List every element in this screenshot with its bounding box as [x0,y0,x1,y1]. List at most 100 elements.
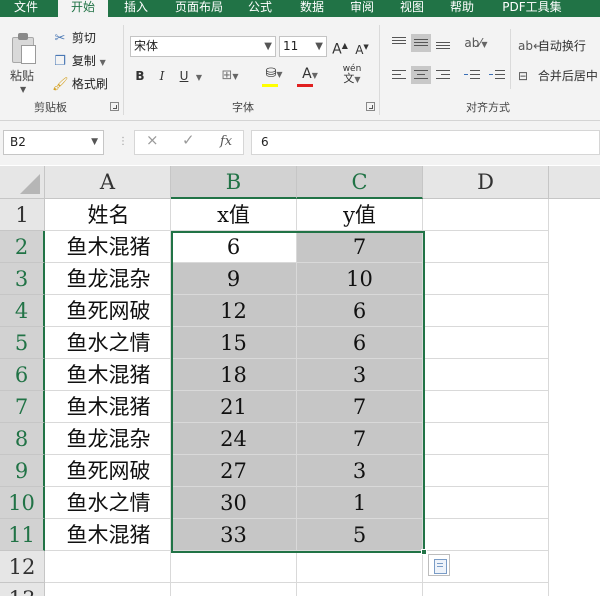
font-name-combo[interactable]: 宋体 ▼ [130,36,276,57]
align-top-button[interactable] [389,34,409,52]
fill-handle[interactable] [421,549,427,555]
quick-analysis-icon[interactable] [428,554,450,576]
cell-a5[interactable]: 鱼水之情 [45,327,171,359]
cell-c13[interactable] [297,583,423,596]
cell-a12[interactable] [45,551,171,583]
cell-b9[interactable]: 27 [171,455,297,487]
cell-d5[interactable] [423,327,549,359]
row-header-3[interactable]: 3 [0,263,45,295]
cell-b11[interactable]: 33 [171,519,297,551]
cell-c7[interactable]: 7 [297,391,423,423]
cell-d11[interactable] [423,519,549,551]
cell-b5[interactable]: 15 [171,327,297,359]
underline-dropdown[interactable]: ▼ [193,66,205,86]
borders-button[interactable]: ⊞▼ [218,66,242,86]
row-header-2[interactable]: 2 [0,231,45,263]
bold-button[interactable]: B [131,66,149,86]
tab-view[interactable]: 视图 [392,0,432,17]
increase-font-size-button[interactable]: A▲ [332,36,348,58]
cell-d1[interactable] [423,199,549,231]
row-header-13[interactable]: 13 [0,583,45,596]
font-size-combo[interactable]: 11 ▼ [279,36,327,57]
decrease-indent-button[interactable] [462,66,482,84]
cell-a7[interactable]: 鱼木混猪 [45,391,171,423]
tab-insert[interactable]: 插入 [116,0,156,17]
cell-d13[interactable] [423,583,549,596]
cell-c8[interactable]: 7 [297,423,423,455]
cell-b10[interactable]: 30 [171,487,297,519]
cell-a4[interactable]: 鱼死网破 [45,295,171,327]
cell-c4[interactable]: 6 [297,295,423,327]
tab-data[interactable]: 数据 [292,0,332,17]
row-header-1[interactable]: 1 [0,199,45,231]
formula-input[interactable]: 6 [251,130,600,155]
align-center-button[interactable] [411,66,431,84]
orientation-button[interactable]: ab⁄▼ [459,33,493,53]
name-box[interactable]: B2 ▼ [3,130,104,155]
cell-b13[interactable] [171,583,297,596]
row-header-9[interactable]: 9 [0,455,45,487]
chevron-down-icon[interactable]: ▼ [264,37,272,56]
align-bottom-button[interactable] [433,34,453,52]
cell-a6[interactable]: 鱼木混猪 [45,359,171,391]
select-all-corner[interactable] [0,166,45,199]
cell-a11[interactable]: 鱼木混猪 [45,519,171,551]
cell-c10[interactable]: 1 [297,487,423,519]
cell-b7[interactable]: 21 [171,391,297,423]
cell-c12[interactable] [297,551,423,583]
column-header-e[interactable] [549,166,600,199]
cell-c11[interactable]: 5 [297,519,423,551]
cell-a13[interactable] [45,583,171,596]
tab-page-layout[interactable]: 页面布局 [168,0,230,17]
italic-button[interactable]: I [153,66,171,86]
column-header-d[interactable]: D [423,166,549,199]
copy-button[interactable]: ❐ 复制 ▼ [52,52,106,70]
decrease-font-size-button[interactable]: A▼ [354,37,370,57]
dialog-launcher-icon[interactable] [366,102,375,111]
align-right-button[interactable] [433,66,453,84]
cell-d8[interactable] [423,423,549,455]
cell-d9[interactable] [423,455,549,487]
chevron-down-icon[interactable]: ▼ [315,37,323,56]
underline-button[interactable]: U [175,66,193,86]
column-header-a[interactable]: A [45,166,171,199]
format-painter-button[interactable]: 🖌 格式刷 [52,75,108,93]
cut-button[interactable]: ✂ 剪切 [52,29,96,47]
cell-b12[interactable] [171,551,297,583]
wrap-text-button[interactable]: ab↵ 自动换行 [518,36,586,56]
enter-icon[interactable]: ✓ [182,131,195,149]
align-left-button[interactable] [389,66,409,84]
cell-d7[interactable] [423,391,549,423]
cell-a3[interactable]: 鱼龙混杂 [45,263,171,295]
font-color-button[interactable]: A▼ [296,64,324,84]
tab-help[interactable]: 帮助 [442,0,482,17]
phonetic-guide-button[interactable]: wén 文▼ [337,64,367,84]
paste-button[interactable]: 粘贴 ▼ [8,31,40,94]
cell-b8[interactable]: 24 [171,423,297,455]
merge-center-button[interactable]: ⊟ 合并后居中 [518,66,598,86]
cell-d6[interactable] [423,359,549,391]
row-header-8[interactable]: 8 [0,423,45,455]
row-header-12[interactable]: 12 [0,551,45,583]
cell-b1[interactable]: x值 [171,199,297,231]
fill-color-button[interactable]: ⛁▼ [259,64,289,84]
insert-function-button[interactable]: fx [220,134,232,149]
column-header-b[interactable]: B [171,166,297,199]
cell-a2[interactable]: 鱼木混猪 [45,231,171,263]
tab-pdf-tools[interactable]: PDF工具集 [496,0,568,17]
cell-d3[interactable] [423,263,549,295]
cell-c1[interactable]: y值 [297,199,423,231]
row-header-10[interactable]: 10 [0,487,45,519]
cell-a10[interactable]: 鱼水之情 [45,487,171,519]
cell-c5[interactable]: 6 [297,327,423,359]
tab-file[interactable]: 文件 [6,0,46,17]
tab-review[interactable]: 审阅 [342,0,382,17]
dialog-launcher-icon[interactable] [110,102,119,111]
cell-b6[interactable]: 18 [171,359,297,391]
increase-indent-button[interactable] [487,66,507,84]
tab-formulas[interactable]: 公式 [240,0,280,17]
cell-c2[interactable]: 7 [297,231,423,263]
cell-a9[interactable]: 鱼死网破 [45,455,171,487]
splitter-handle[interactable]: ⋮ [118,136,128,147]
row-header-6[interactable]: 6 [0,359,45,391]
